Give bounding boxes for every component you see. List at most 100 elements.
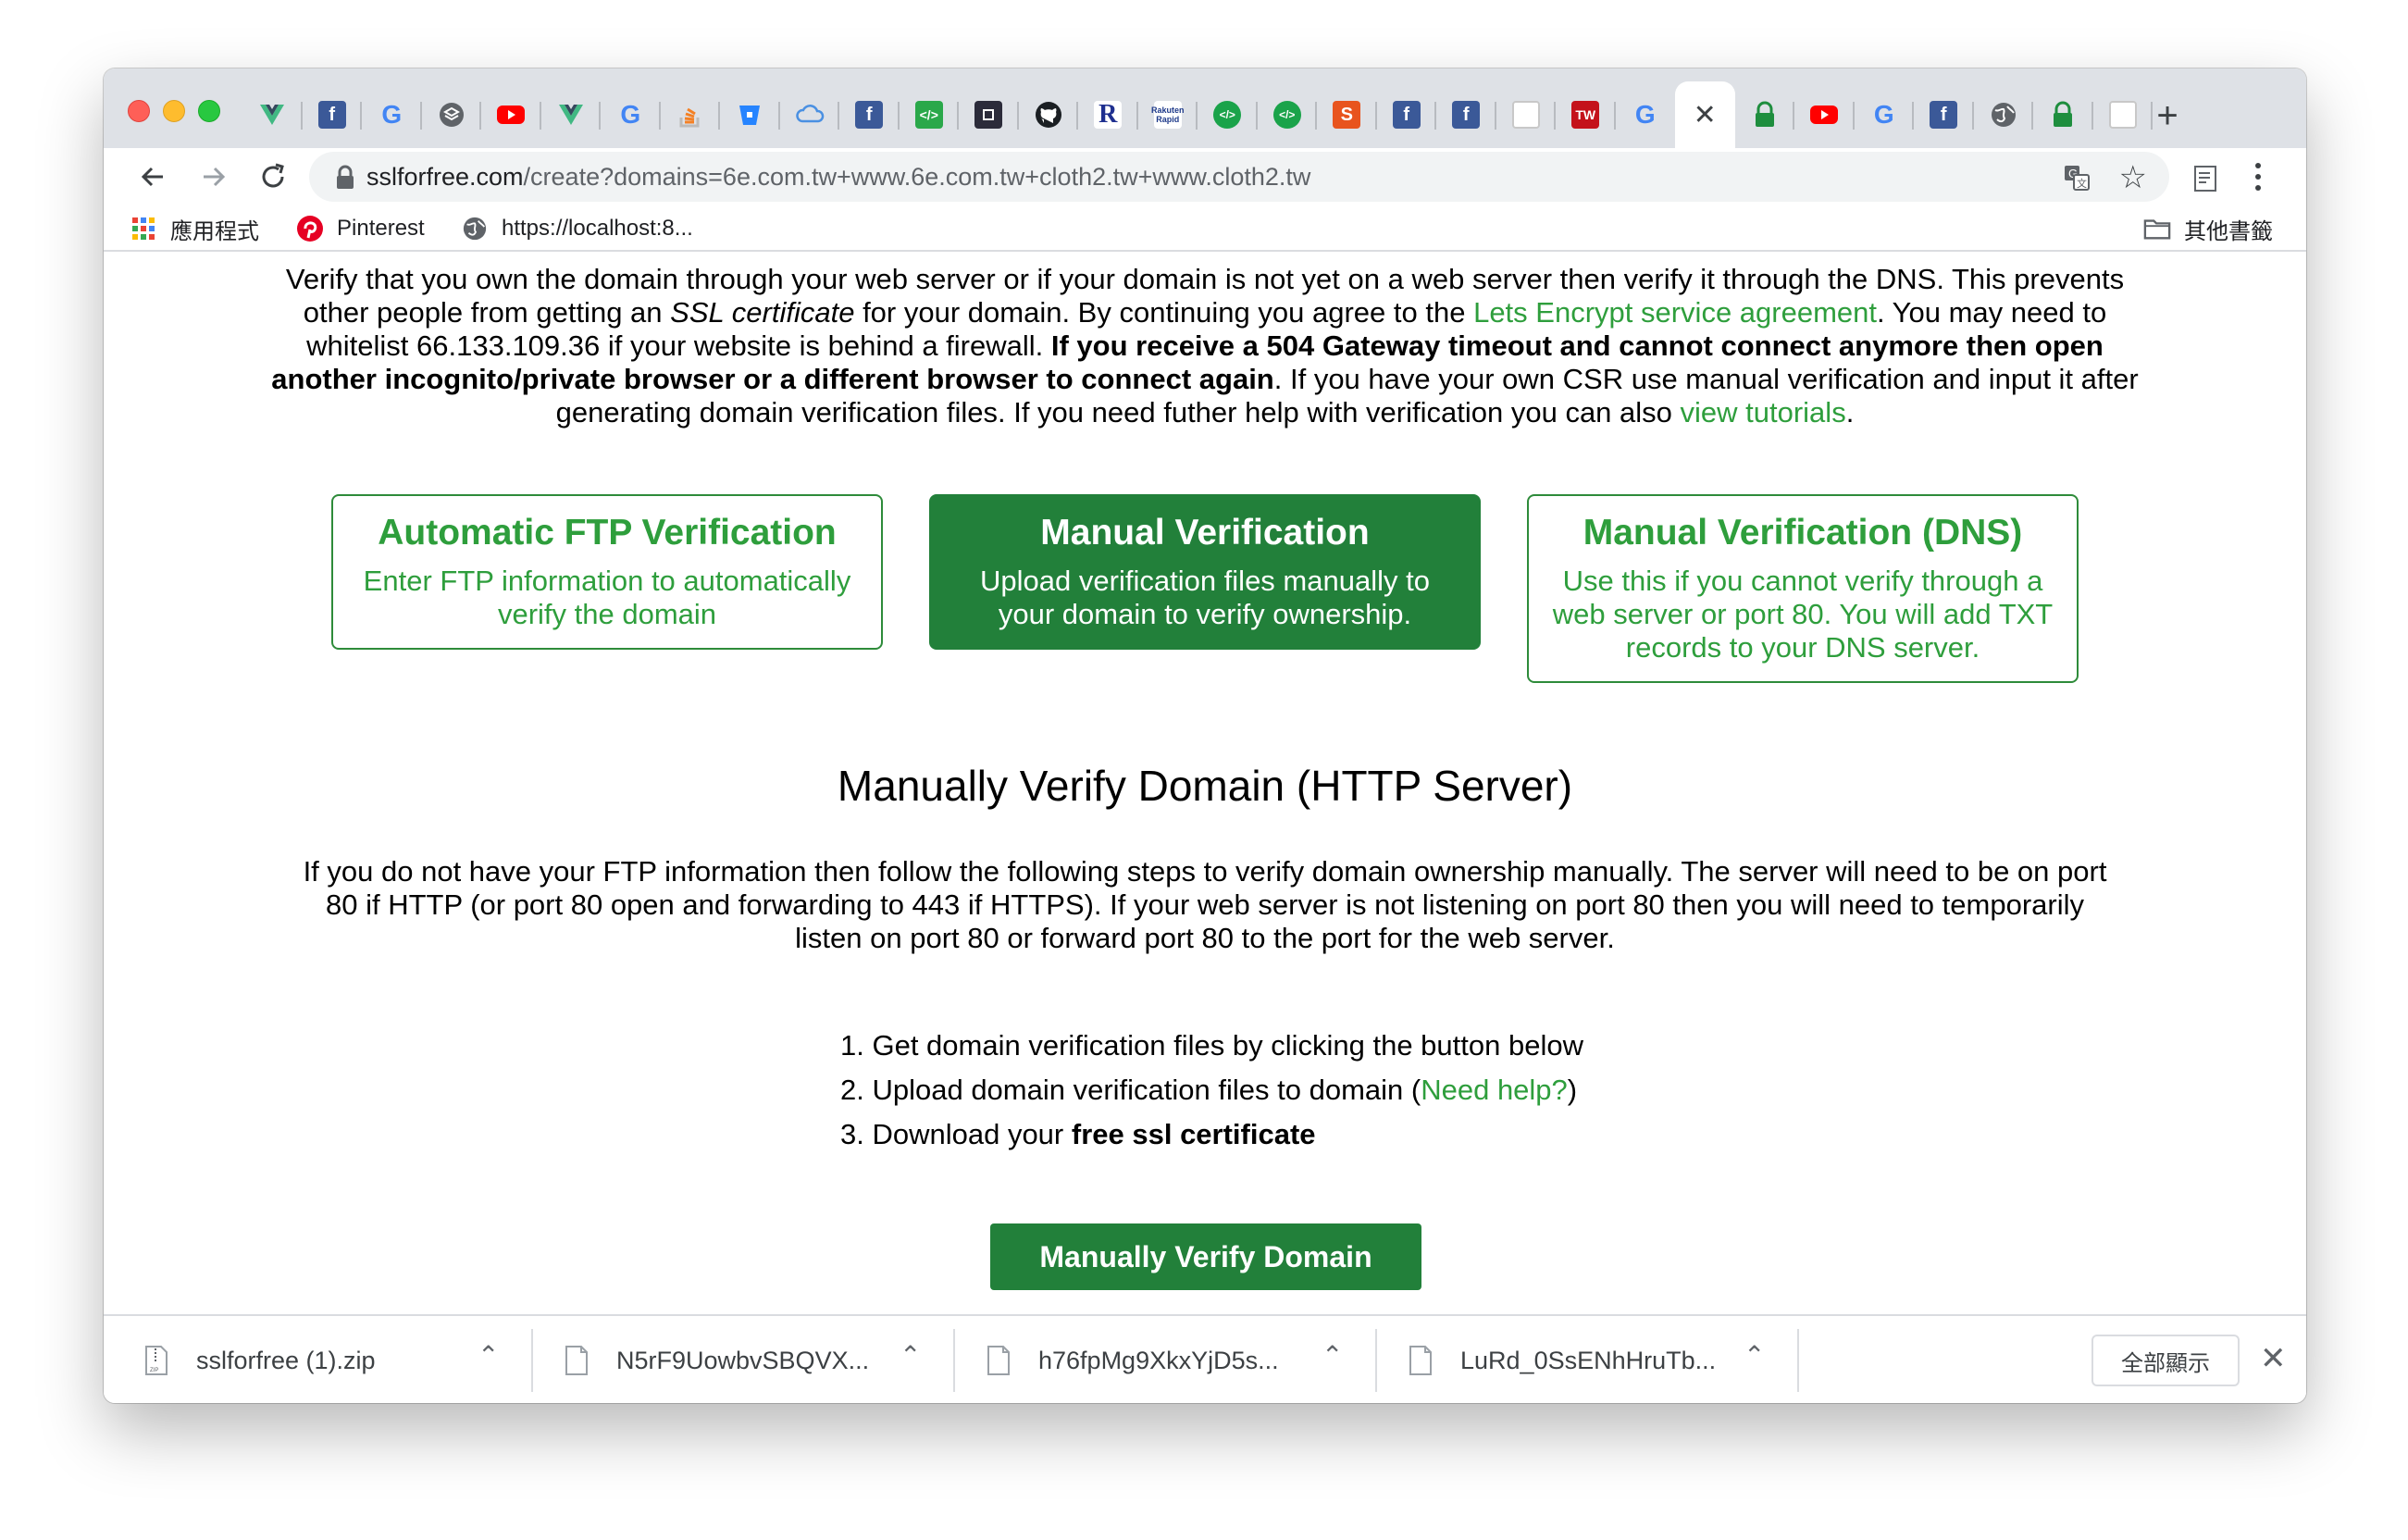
arrow-right-icon <box>204 167 226 187</box>
lets-encrypt-agreement-link[interactable]: Lets Encrypt service agreement <box>1473 296 1877 329</box>
need-help-link[interactable]: Need help? <box>1421 1074 1568 1106</box>
bookmark-other-folder[interactable]: 其他書籤 <box>2143 213 2273 244</box>
vue-icon <box>260 105 285 125</box>
tab[interactable] <box>481 81 541 148</box>
doc-icon <box>1511 101 1540 129</box>
tab[interactable] <box>720 81 780 148</box>
download-filename: LuRd_0SsENhHruTb... <box>1460 1346 1717 1374</box>
download-item[interactable]: ZIP sslforfree (1).zip <box>144 1316 376 1403</box>
show-all-downloads-button[interactable]: 全部顯示 <box>2091 1335 2240 1386</box>
bookmark-localhost[interactable]: https://localhost:8... <box>461 213 693 244</box>
lock-icon <box>337 165 354 189</box>
manually-verify-domain-button[interactable]: Manually Verify Domain <box>990 1223 1421 1290</box>
tab[interactable]: </> <box>900 81 960 148</box>
tab[interactable] <box>1794 81 1855 148</box>
bookmark-pinterest[interactable]: Pinterest <box>296 213 425 244</box>
menu-icon[interactable] <box>2247 155 2269 198</box>
divider <box>953 1329 955 1392</box>
step-text: 3. Download your <box>840 1118 1072 1150</box>
close-window-button[interactable] <box>128 100 150 122</box>
tab[interactable]: G <box>362 81 422 148</box>
tab[interactable]: Rakuten Rapid <box>1138 81 1198 148</box>
tab[interactable]: f <box>1436 81 1496 148</box>
extension-icon[interactable] <box>2188 159 2225 196</box>
tab[interactable] <box>1496 81 1557 148</box>
tab[interactable]: </> <box>1258 81 1318 148</box>
tab[interactable]: TW <box>1556 81 1616 148</box>
chevron-up-icon[interactable]: ⌃ <box>900 1340 921 1371</box>
tab[interactable] <box>1974 81 2034 148</box>
automatic-ftp-verification-option[interactable]: Automatic FTP Verification Enter FTP inf… <box>331 494 883 650</box>
intro-paragraph: Verify that you own the domain through y… <box>270 263 2140 429</box>
tab[interactable]: R <box>1078 81 1138 148</box>
address-bar[interactable]: sslforfree.com/create?domains=6e.com.tw+… <box>309 152 2169 202</box>
forward-button[interactable] <box>192 155 235 198</box>
tab-list: f G G f </> R Rakuten Rapid </> </> S f f… <box>242 81 2153 148</box>
step-text: 2. Upload domain verification files to d… <box>840 1074 1421 1106</box>
url-path: /create?domains=6e.com.tw+www.6e.com.tw+… <box>523 163 1311 191</box>
star-icon[interactable]: ☆ <box>2119 159 2147 196</box>
globe-icon <box>1991 103 2016 127</box>
reload-button[interactable] <box>252 155 294 198</box>
code-circle-icon: </> <box>1272 101 1301 129</box>
tab[interactable]: f <box>1914 81 1974 148</box>
tab[interactable] <box>242 81 303 148</box>
tab[interactable]: f <box>1377 81 1437 148</box>
facebook-icon: f <box>317 101 346 129</box>
close-icon[interactable]: ✕ <box>2260 1340 2287 1377</box>
download-item[interactable]: LuRd_0SsENhHruTb... <box>1409 1316 1716 1403</box>
download-item[interactable]: N5rF9UowbvSBQVX... <box>565 1316 869 1403</box>
tab[interactable]: f <box>839 81 900 148</box>
download-shelf: ZIP sslforfree (1).zip ⌃ N5rF9UowbvSBQVX… <box>104 1314 2306 1403</box>
tab[interactable]: G <box>1616 81 1676 148</box>
bookmark-label: Pinterest <box>337 216 425 241</box>
back-button[interactable] <box>131 155 174 198</box>
tab[interactable] <box>422 81 482 148</box>
svg-text:文: 文 <box>2077 177 2087 190</box>
tab[interactable] <box>1735 81 1795 148</box>
download-filename: h76fpMg9XkxYjD5s... <box>1038 1346 1279 1374</box>
download-item[interactable]: h76fpMg9XkxYjD5s... <box>987 1316 1279 1403</box>
translate-icon[interactable]: G文 <box>2062 163 2091 192</box>
new-tab-button[interactable]: + <box>2140 85 2195 146</box>
tab-active[interactable]: ✕ <box>1675 81 1735 148</box>
tab[interactable]: G <box>601 81 661 148</box>
close-icon[interactable]: ✕ <box>1694 99 1717 131</box>
option-title: Manual Verification <box>1040 513 1370 553</box>
tab[interactable]: G <box>1855 81 1915 148</box>
minimize-window-button[interactable] <box>163 100 185 122</box>
tab[interactable] <box>2033 81 2093 148</box>
maximize-window-button[interactable] <box>198 100 220 122</box>
apps-grid-icon <box>130 215 157 242</box>
divider <box>531 1329 533 1392</box>
option-title: Manual Verification (DNS) <box>1583 513 2023 553</box>
bookmark-label: https://localhost:8... <box>502 216 693 241</box>
tab[interactable] <box>780 81 840 148</box>
tab[interactable] <box>661 81 721 148</box>
tab[interactable] <box>1019 81 1079 148</box>
bookmarks-bar: 應用程式 Pinterest https://localhost:8... 其他… <box>104 205 2306 252</box>
google-icon: G <box>1873 100 1894 129</box>
tab[interactable] <box>959 81 1019 148</box>
chevron-up-icon[interactable]: ⌃ <box>478 1340 499 1371</box>
screenshot-stage: f G G f </> R Rakuten Rapid </> </> S f f… <box>0 0 2408 1540</box>
step-item: 2. Upload domain verification files to d… <box>840 1068 1583 1112</box>
tab[interactable]: f <box>303 81 363 148</box>
tab[interactable]: </> <box>1198 81 1258 148</box>
youtube-icon <box>497 106 526 124</box>
bookmark-apps[interactable]: 應用程式 <box>130 213 259 244</box>
step-item: 3. Download your free ssl certificate <box>840 1112 1583 1157</box>
google-icon: G <box>1634 100 1656 129</box>
tab[interactable] <box>541 81 602 148</box>
chevron-up-icon[interactable]: ⌃ <box>1322 1340 1343 1371</box>
manual-verification-dns-option[interactable]: Manual Verification (DNS) Use this if yo… <box>1527 494 2079 683</box>
svg-text:ZIP: ZIP <box>150 1368 158 1373</box>
tab[interactable]: S <box>1317 81 1377 148</box>
doc-icon <box>2108 101 2137 129</box>
view-tutorials-link[interactable]: view tutorials <box>1681 396 1846 428</box>
terminal-icon <box>974 101 1003 129</box>
step-bold-text: free ssl certificate <box>1071 1118 1316 1150</box>
manual-verification-option[interactable]: Manual Verification Upload verification … <box>929 494 1481 650</box>
rakuten-icon: Rakuten Rapid <box>1151 101 1185 129</box>
chevron-up-icon[interactable]: ⌃ <box>1744 1340 1765 1371</box>
